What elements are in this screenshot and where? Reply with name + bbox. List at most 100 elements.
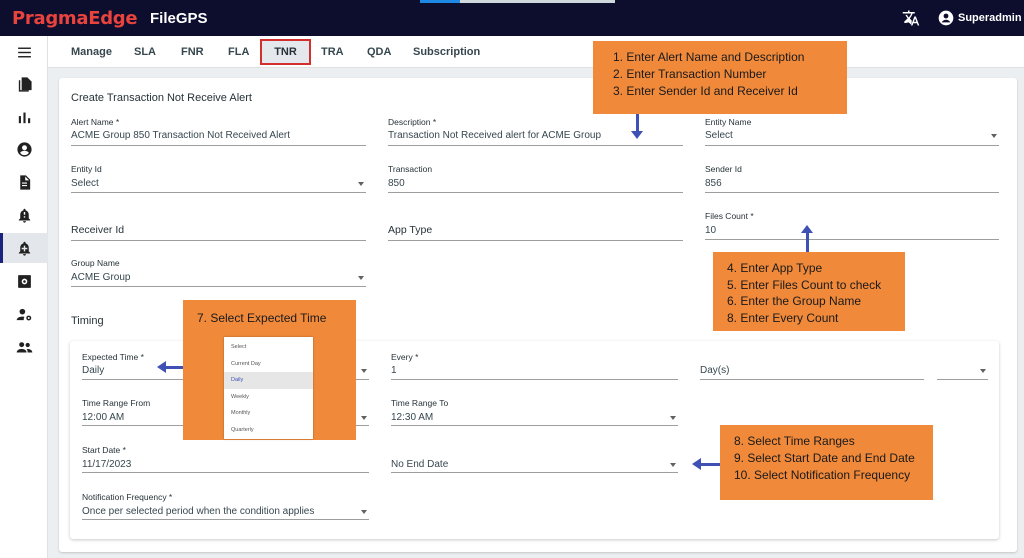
callout-step: 8. Enter Every Count (727, 310, 839, 325)
notification-frequency-select[interactable]: Notification Frequency * Once per select… (82, 492, 369, 521)
dropdown-option-selected[interactable]: Daily (224, 372, 313, 389)
sender-id-field[interactable]: Sender Id 856 (705, 164, 999, 194)
sidebar-item-alerts[interactable] (0, 200, 48, 230)
settings-box-icon (17, 274, 31, 288)
receiver-id-underline (71, 240, 366, 241)
sidebar-item-reports[interactable] (0, 167, 48, 197)
group-icon (16, 341, 32, 352)
chevron-down-icon (980, 369, 986, 373)
tab-tra[interactable]: TRA (321, 36, 344, 68)
callout-step: 7. Select Expected Time (197, 311, 327, 325)
top-indicator (420, 0, 460, 3)
end-date-select[interactable]: No End Date (391, 445, 678, 474)
end-date-value: No End Date (391, 459, 449, 470)
arrow-shaft (806, 232, 809, 252)
callout-step: 3. Enter Sender Id and Receiver Id (613, 84, 798, 98)
entity-name-select[interactable]: Entity Name Select (705, 117, 999, 147)
time-range-from-value: 12:00 AM (82, 412, 125, 423)
tab-fnr[interactable]: FNR (181, 36, 204, 68)
timing-heading: Timing (71, 315, 104, 327)
dropdown-option[interactable]: Current Day (224, 356, 313, 373)
sidebar-item-create-alert[interactable] (0, 233, 48, 263)
every-field[interactable]: Every * 1 (391, 352, 678, 381)
files-count-underline (705, 239, 999, 240)
callout-step: 4. Enter App Type (727, 261, 823, 275)
brand-logo[interactable]: PragmaEdge (12, 8, 138, 29)
chevron-down-icon (361, 416, 367, 420)
files-count-value: 10 (705, 225, 717, 236)
entity-id-underline (71, 192, 366, 193)
entity-id-label: Entity Id (71, 164, 102, 174)
expected-time-dropdown-menu: Select Current Day Daily Weekly Monthly … (224, 337, 313, 439)
callout-step: 2. Enter Transaction Number (613, 67, 767, 81)
dropdown-option[interactable]: Weekly (224, 389, 313, 406)
time-range-to-select[interactable]: Time Range To 12:30 AM (391, 398, 678, 427)
end-date-underline (391, 472, 678, 473)
user-settings-icon (16, 308, 31, 321)
tab-qda[interactable]: QDA (367, 36, 391, 68)
dropdown-option[interactable]: Select (224, 339, 313, 356)
translate-icon[interactable] (902, 9, 920, 27)
arrow-down-icon (631, 131, 643, 139)
chevron-down-icon (358, 182, 364, 186)
sidebar-menu-toggle[interactable] (0, 37, 48, 67)
chevron-down-icon (670, 463, 676, 467)
transaction-value: 850 (388, 178, 405, 189)
sidebar-item-user-settings[interactable] (0, 299, 48, 329)
tab-sla[interactable]: SLA (134, 36, 156, 68)
period-select-underline (937, 379, 988, 380)
start-date-value: 11/17/2023 (82, 459, 132, 470)
chevron-down-icon (991, 134, 997, 138)
start-date-field[interactable]: Start Date * 11/17/2023 (82, 445, 369, 474)
group-name-select[interactable]: Group Name ACME Group (71, 258, 366, 288)
sidebar (0, 36, 48, 558)
sidebar-item-settings[interactable] (0, 266, 48, 296)
app-type-field[interactable]: App Type (388, 222, 683, 242)
tab-tnr[interactable]: TNR (260, 39, 311, 65)
arrow-shaft (165, 366, 183, 369)
alert-name-value: ACME Group 850 Transaction Not Received … (71, 130, 290, 141)
every-underline (391, 379, 678, 380)
group-name-label: Group Name (71, 258, 120, 268)
chevron-down-icon (358, 276, 364, 280)
period-unit-select[interactable] (937, 352, 988, 381)
user-menu[interactable]: Superadmin (938, 9, 1022, 27)
sidebar-item-groups[interactable] (0, 332, 48, 362)
files-count-label: Files Count * (705, 211, 754, 221)
notification-frequency-value: Once per selected period when the condit… (82, 506, 315, 517)
tab-fla[interactable]: FLA (228, 36, 249, 68)
callout-steps-8-10: 8. Select Time Ranges 9. Select Start Da… (720, 425, 933, 500)
files-count-field[interactable]: Files Count * 10 (705, 211, 999, 241)
alert-name-field[interactable]: Alert Name * ACME Group 850 Transaction … (71, 117, 366, 147)
product-name: FileGPS (150, 10, 208, 27)
start-date-label: Start Date * (82, 445, 126, 455)
receiver-id-label: Receiver Id (71, 224, 125, 236)
files-icon (18, 76, 32, 92)
callout-step: 6. Enter the Group Name (727, 294, 862, 308)
tab-manage[interactable]: Manage (71, 36, 112, 68)
arrow-shaft (636, 114, 639, 132)
transaction-field[interactable]: Transaction 850 (388, 164, 683, 194)
sidebar-item-dashboard[interactable] (0, 102, 48, 132)
chevron-down-icon (670, 416, 676, 420)
entity-id-select[interactable]: Entity Id Select (71, 164, 366, 194)
tab-subscription[interactable]: Subscription (413, 36, 480, 68)
callout-step: 5. Enter Files Count to check (727, 277, 882, 292)
sidebar-item-files[interactable] (0, 69, 48, 99)
tab-bar: Manage SLA FNR FLA TNR TRA QDA Subscript… (48, 36, 1024, 68)
chevron-down-icon (361, 369, 367, 373)
add-alert-icon (18, 241, 30, 256)
expected-time-value: Daily (82, 365, 105, 376)
callout-steps-4-8: 4. Enter App Type 5. Enter Files Count t… (713, 252, 905, 331)
dropdown-option[interactable]: Quarterly (224, 422, 313, 439)
entity-name-underline (705, 145, 999, 146)
sidebar-item-profile[interactable] (0, 134, 48, 164)
receiver-id-field[interactable]: Receiver Id (71, 222, 366, 242)
alert-name-label: Alert Name * (71, 117, 120, 127)
period-unit-field[interactable]: Day(s) (700, 352, 924, 381)
entity-id-value: Select (71, 178, 99, 189)
dropdown-option[interactable]: Monthly (224, 405, 313, 422)
period-unit-underline (700, 379, 924, 380)
sender-id-underline (705, 192, 999, 193)
callout-step: 8. Select Time Ranges (734, 434, 855, 448)
